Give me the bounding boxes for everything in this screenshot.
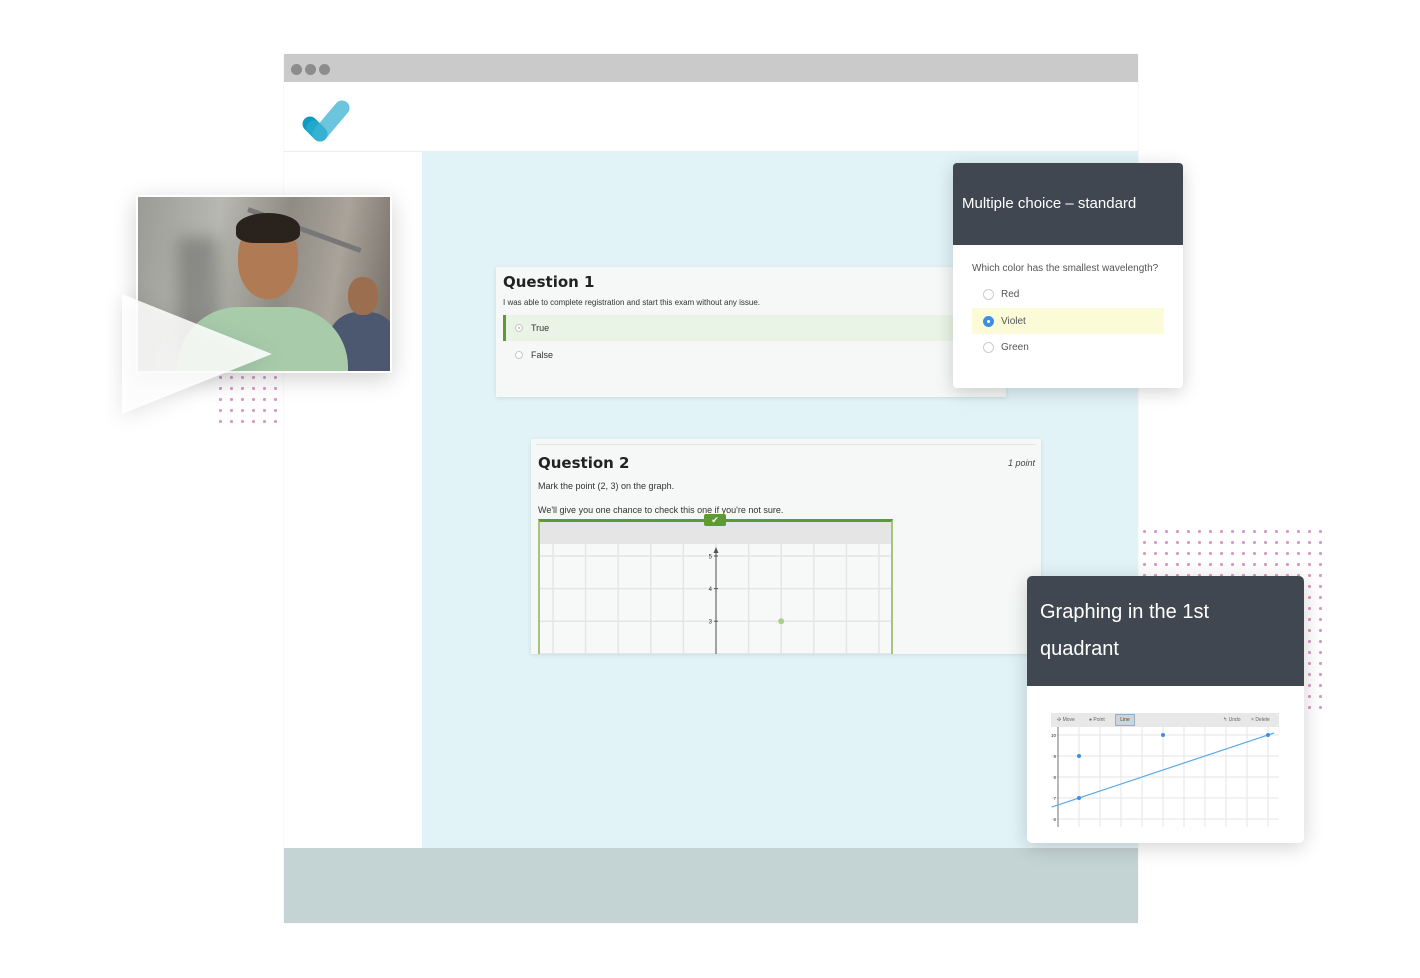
question-title: Question 1 <box>503 273 595 291</box>
question-prompt: I was able to complete registration and … <box>503 298 761 307</box>
checkmark-icon[interactable]: ✔ <box>704 514 726 526</box>
option-label: Violet <box>1001 315 1026 327</box>
option-violet[interactable]: Violet <box>972 308 1164 334</box>
browser-title-bar <box>284 54 1138 82</box>
radio-icon[interactable] <box>983 288 994 300</box>
move-tool[interactable]: ✣ Move <box>1057 717 1075 723</box>
plotted-point <box>778 618 785 625</box>
option-true[interactable]: True <box>503 315 958 341</box>
question-prompt: Mark the point (2, 3) on the graph. <box>538 481 675 491</box>
window-dot[interactable] <box>291 64 302 75</box>
graph-toolbar: ✣ Move ● Point Line ↰ Undo × Delete <box>1051 713 1279 727</box>
plotted-point <box>1266 733 1270 737</box>
graphing-card: Graphing in the 1st quadrant ✣ Move ● Po… <box>1027 576 1304 843</box>
question-1-card: Question 1 I was able to complete regist… <box>496 267 1006 397</box>
undo-button[interactable]: ↰ Undo <box>1223 717 1241 723</box>
checkmark-logo-icon[interactable] <box>298 94 354 142</box>
option-red[interactable]: Red <box>972 281 1164 307</box>
axis-arrow <box>713 547 719 553</box>
window-dot[interactable] <box>319 64 330 75</box>
card-header: Graphing in the 1st quadrant <box>1027 576 1304 686</box>
card-header-line: quadrant <box>1040 638 1119 660</box>
app-header <box>284 82 1138 152</box>
play-icon[interactable] <box>122 294 272 414</box>
radio-icon[interactable] <box>983 341 994 353</box>
window-dot[interactable] <box>305 64 316 75</box>
option-false[interactable]: False <box>503 342 958 368</box>
card-header-line: Graphing in the 1st <box>1040 601 1209 623</box>
delete-button[interactable]: × Delete <box>1251 717 1270 723</box>
line-tool[interactable]: Line <box>1115 714 1135 726</box>
option-label: False <box>531 350 554 360</box>
coordinate-graph[interactable]: 543 <box>540 544 891 654</box>
points-label: 1 point <box>1007 458 1035 468</box>
point-tool[interactable]: ● Point <box>1089 717 1105 723</box>
option-label: Red <box>1001 288 1020 300</box>
y-tick-label: 10 <box>1051 733 1056 738</box>
option-label: True <box>531 323 550 333</box>
coordinate-graph[interactable]: 109876 <box>1051 727 1279 827</box>
plotted-point <box>1077 754 1081 758</box>
radio-selected-icon[interactable] <box>515 324 523 332</box>
option-green[interactable]: Green <box>972 334 1164 360</box>
radio-icon[interactable] <box>515 351 523 359</box>
radio-selected-icon[interactable] <box>983 315 994 327</box>
question-text: Which color has the smallest wavelength? <box>972 263 1159 274</box>
question-hint: We'll give you one chance to check this … <box>538 505 784 515</box>
option-label: Green <box>1001 341 1029 353</box>
multiple-choice-card: Multiple choice – standard Which color h… <box>953 163 1183 388</box>
footer-area <box>284 848 1138 923</box>
card-header: Multiple choice – standard <box>953 163 1183 245</box>
divider <box>536 444 1036 445</box>
question-2-card: Question 2 1 point Mark the point (2, 3)… <box>531 439 1041 654</box>
plotted-point <box>1161 733 1165 737</box>
plotted-point <box>1077 796 1081 800</box>
graph-widget[interactable]: 543 <box>538 519 893 654</box>
question-title: Question 2 <box>538 454 630 472</box>
